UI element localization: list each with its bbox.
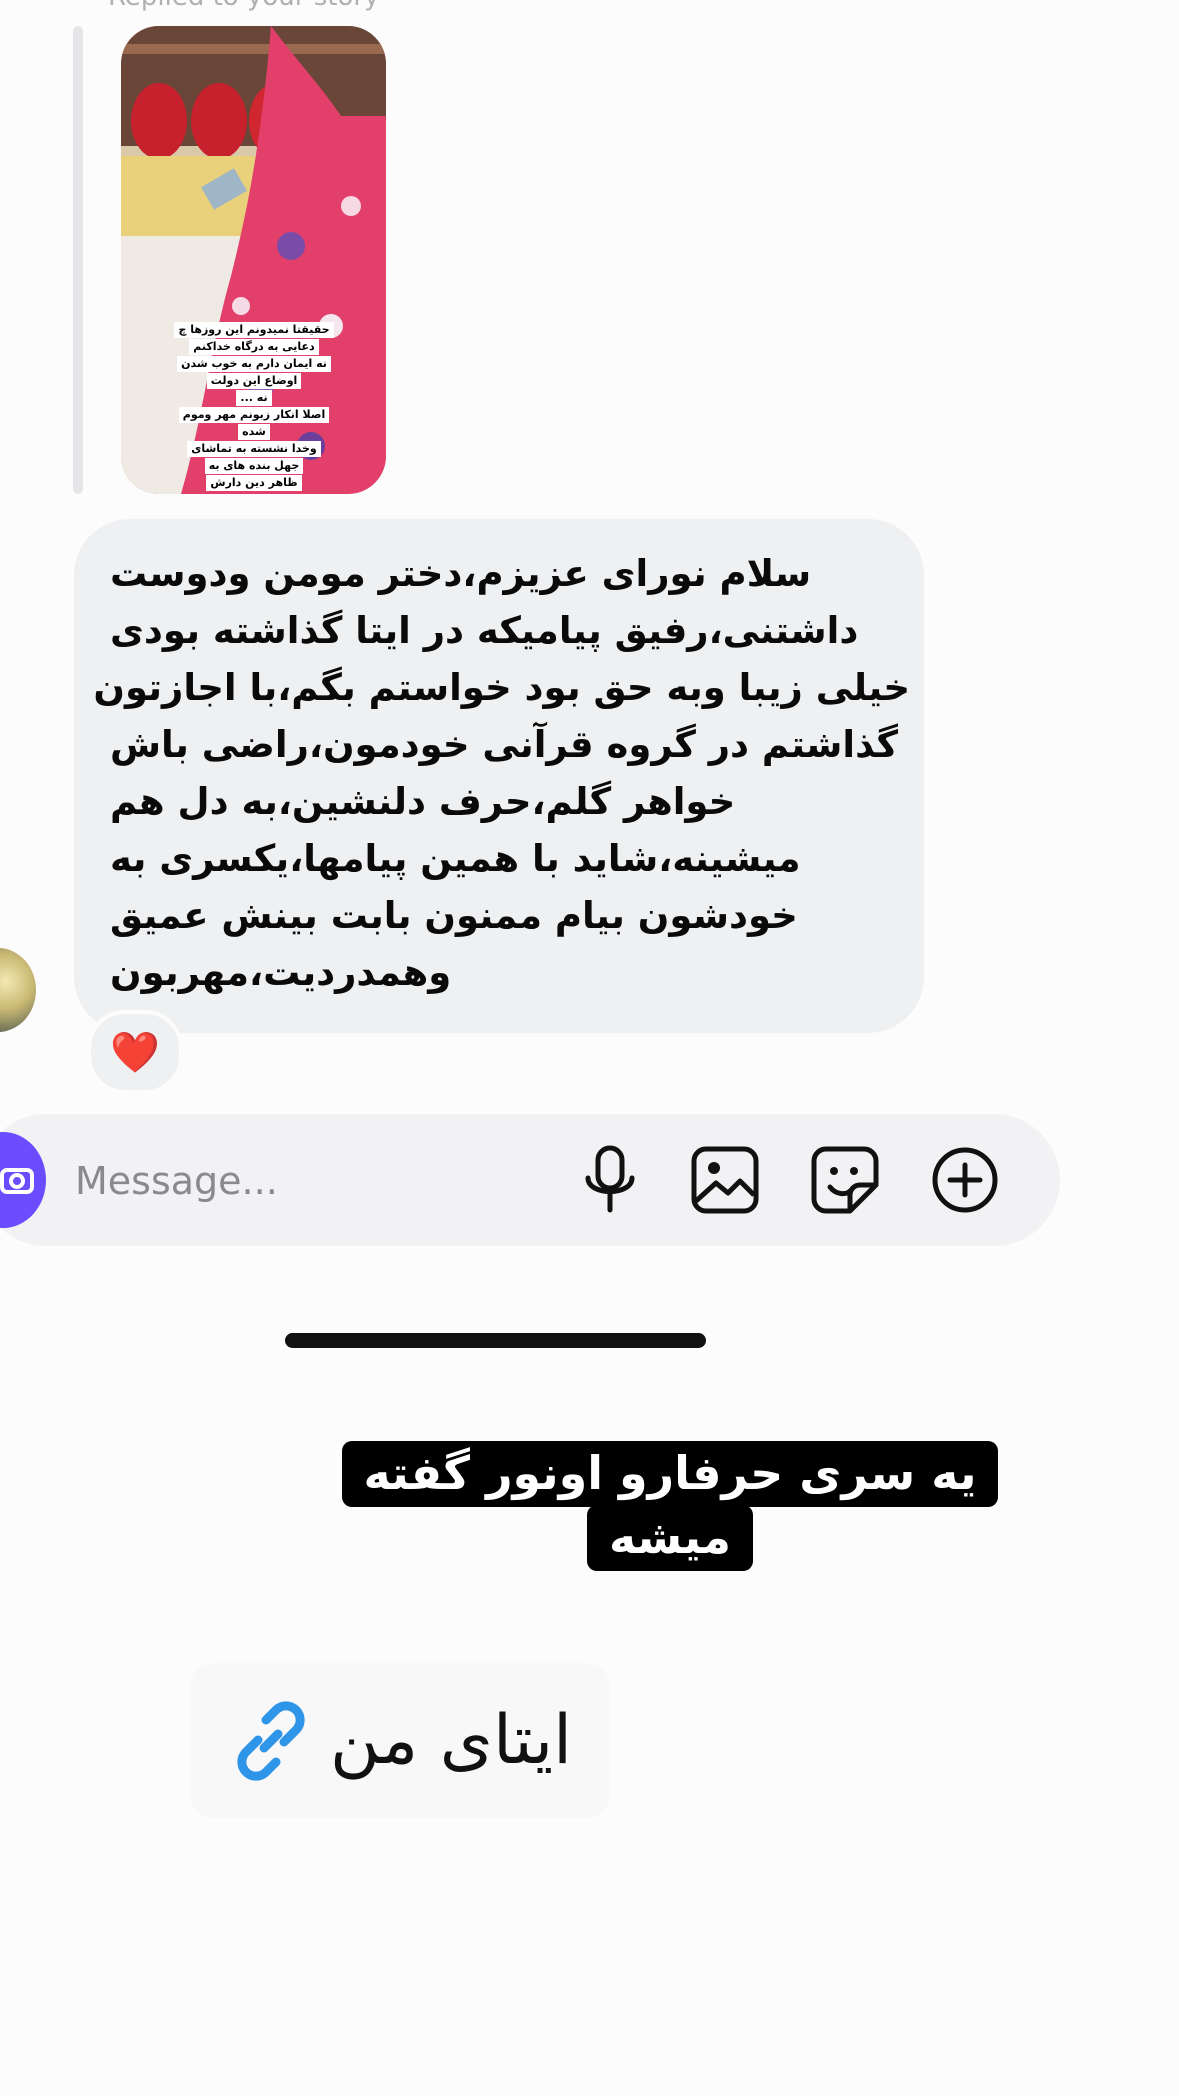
story-caption-line: اوضاع این دولت <box>206 373 302 389</box>
heart-reaction[interactable]: ❤️ <box>87 1010 183 1094</box>
add-button[interactable] <box>929 1144 1001 1216</box>
caption-line-1: یه سری حرفارو اونور گفته <box>341 1441 999 1507</box>
heart-icon: ❤️ <box>110 1029 160 1076</box>
story-caption-line: شده <box>238 424 270 440</box>
home-indicator[interactable] <box>285 1333 706 1348</box>
link-text: ایتای من <box>329 1701 573 1780</box>
caption-line-2: میشه <box>587 1505 753 1571</box>
story-thumbnail[interactable]: حقیقتا نمیدونم این روزها چ دعایی به درگا… <box>121 26 386 494</box>
story-caption-line: ظاهر دین دارش <box>206 475 302 491</box>
message-line: خودشون بیام ممنون بابت بینش عمیق <box>110 894 798 937</box>
link-sticker[interactable]: ایتای من <box>190 1663 610 1818</box>
message-line: میشینه،شاید با همین پیامها،یکسری به <box>110 837 801 880</box>
story-caption-line: نه ... <box>236 390 272 406</box>
sticker-button[interactable] <box>809 1144 881 1216</box>
story-caption-line: حقیقتا نمیدونم این روزها چ <box>174 322 334 338</box>
microphone-button[interactable] <box>574 1144 646 1216</box>
avatar[interactable] <box>0 948 36 1032</box>
story-text-caption: یه سری حرفارو اونور گفته میشه <box>340 1441 1000 1571</box>
story-caption: حقیقتا نمیدونم این روزها چ دعایی به درگا… <box>149 322 359 491</box>
message-line: خواهر گلم،حرف دلنشین،به دل هم <box>110 780 736 823</box>
message-input[interactable] <box>73 1148 517 1214</box>
story-caption-line: وخدا نشسته به تماشای <box>187 441 321 457</box>
message-line: داشتنی،رفیق پیامیکه در ایتا گذاشته بودی <box>110 609 859 652</box>
reply-label: Replied to your story <box>108 0 379 12</box>
message-line: خیلی زیبا وبه حق بود خواستم بگم،با اجازت… <box>93 666 910 709</box>
message-line: سلام نورای عزیزم،دختر مومن ودوست <box>110 552 812 595</box>
message-bubble[interactable]: سلام نورای عزیزم،دختر مومن ودوست داشتنی،… <box>74 519 924 1033</box>
reply-indicator-line <box>73 26 83 494</box>
gallery-icon <box>691 1146 759 1214</box>
link-icon <box>237 1700 305 1781</box>
story-caption-line: نه ایمان دارم به خوب شدن <box>177 356 331 372</box>
story-caption-line: اصلا انکار زبونم مهر وموم <box>178 407 330 423</box>
story-caption-line: جهل بنده های به <box>204 458 304 474</box>
message-line: گذاشتم در گروه قرآنی خودمون،راضی باش <box>110 723 899 766</box>
microphone-icon <box>585 1145 635 1213</box>
message-line: وهمدردیت،مهربون <box>110 951 452 994</box>
add-icon <box>932 1147 998 1213</box>
gallery-button[interactable] <box>689 1144 761 1216</box>
camera-icon <box>0 1168 34 1194</box>
message-text: سلام نورای عزیزم،دختر مومن ودوست داشتنی،… <box>93 545 910 1001</box>
story-caption-line: دعایی به درگاه خداکنم <box>189 339 319 355</box>
sticker-icon <box>811 1146 879 1214</box>
